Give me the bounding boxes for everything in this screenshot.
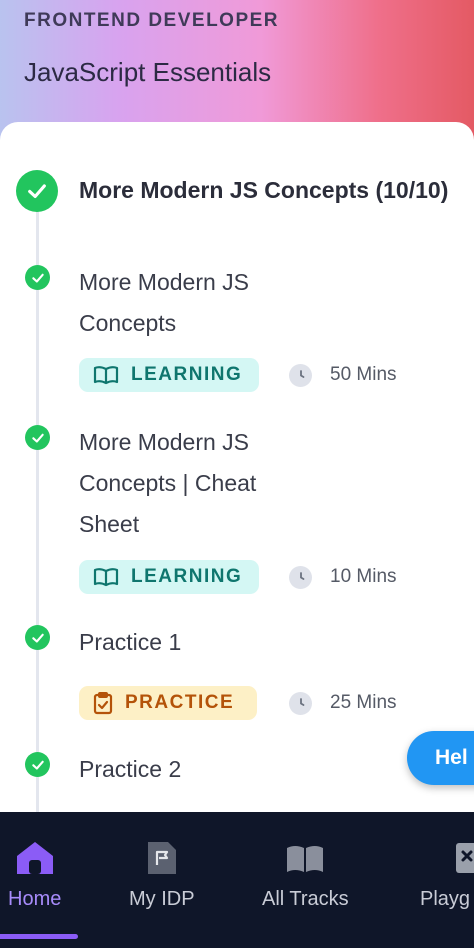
nav-all-tracks[interactable]: All Tracks: [262, 840, 349, 911]
book-open-icon: [287, 846, 324, 872]
learning-badge: LEARNING: [79, 358, 259, 392]
clipboard-check-icon: [93, 692, 113, 715]
duration-text: 10 Mins: [330, 566, 397, 587]
help-button[interactable]: Hel: [407, 731, 474, 785]
course-header: FRONTEND DEVELOPER JavaScript Essentials: [0, 0, 474, 140]
item-title-line: Concepts: [79, 310, 177, 336]
book-icon: [93, 366, 119, 385]
nav-label: Home: [8, 888, 62, 910]
home-icon: [16, 842, 53, 874]
bottom-nav: Home My IDP All Tracks Playg: [0, 812, 474, 948]
clock-icon: [289, 691, 312, 715]
track-label: FRONTEND DEVELOPER: [24, 10, 280, 31]
complete-check-icon: [25, 425, 50, 450]
complete-check-icon: [25, 265, 50, 290]
book-icon: [93, 568, 119, 587]
item-title-line: Practice 2: [79, 756, 182, 782]
item-title: More Modern JS Concepts | Cheat Sheet: [79, 422, 309, 545]
idp-document-icon: [147, 842, 176, 874]
clock-icon: [289, 363, 312, 387]
duration: 10 Mins: [289, 560, 397, 594]
badge-label: LEARNING: [131, 566, 243, 587]
nav-playground[interactable]: Playg: [420, 840, 474, 911]
badge-label: LEARNING: [131, 364, 243, 385]
badge-label: PRACTICE: [125, 692, 235, 713]
item-title: Practice 2: [79, 749, 309, 790]
item-title-line: Concepts | Cheat: [79, 470, 257, 496]
item-title-line: More Modern JS: [79, 429, 250, 455]
section-card: More Modern JS Concepts (10/10) More Mod…: [0, 122, 474, 812]
clock-icon: [289, 565, 312, 589]
practice-badge: PRACTICE: [79, 686, 257, 720]
item-title: More Modern JS Concepts: [79, 262, 309, 344]
duration: 50 Mins: [289, 358, 397, 392]
duration-text: 25 Mins: [330, 692, 397, 713]
duration-text: 50 Mins: [330, 364, 397, 385]
nav-label: All Tracks: [262, 888, 349, 910]
nav-my-idp[interactable]: My IDP: [129, 840, 195, 911]
nav-home[interactable]: Home: [8, 840, 61, 911]
duration: 25 Mins: [289, 686, 397, 720]
item-title-line: Sheet: [79, 511, 140, 537]
course-title: JavaScript Essentials: [24, 57, 272, 87]
active-tab-indicator: [0, 934, 78, 939]
nav-label: Playg: [420, 888, 471, 910]
section-title[interactable]: More Modern JS Concepts (10/10): [79, 177, 448, 204]
section-complete-check-icon: [16, 170, 58, 212]
learning-badge: LEARNING: [79, 560, 259, 594]
nav-label: My IDP: [129, 888, 195, 910]
item-title: Practice 1: [79, 622, 309, 663]
complete-check-icon: [25, 625, 50, 650]
playground-icon: [456, 843, 474, 873]
complete-check-icon: [25, 752, 50, 777]
item-title-line: Practice 1: [79, 629, 182, 655]
item-title-line: More Modern JS: [79, 269, 250, 295]
